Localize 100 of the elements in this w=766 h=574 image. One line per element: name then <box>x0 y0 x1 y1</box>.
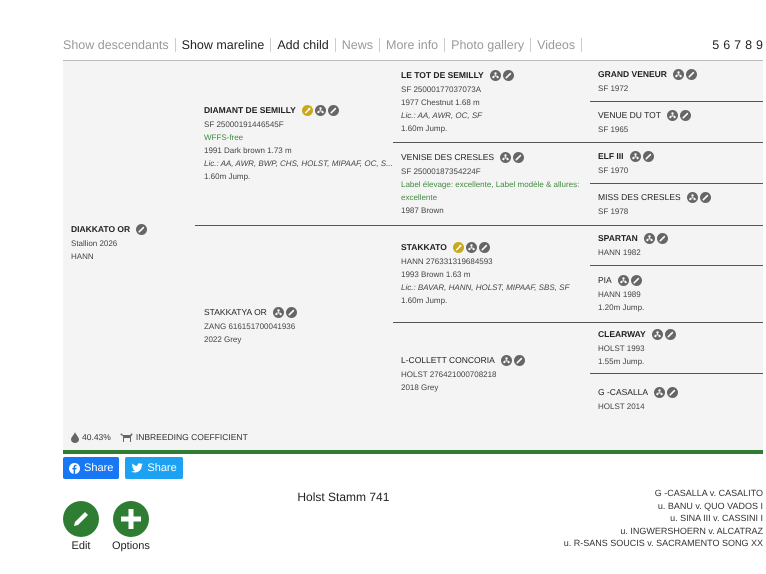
family-tree-icon[interactable] <box>490 70 501 80</box>
horse-name[interactable]: DIAMANT DE SEMILLY <box>204 104 296 116</box>
family-tree-icon[interactable] <box>500 355 512 366</box>
options-button[interactable] <box>112 501 149 537</box>
generation-link[interactable]: 5 <box>712 38 720 52</box>
horse-detail: 1.60m Jump. <box>401 295 448 307</box>
pencil-icon[interactable] <box>286 306 297 318</box>
pencil-icon[interactable] <box>514 355 525 366</box>
generation-link[interactable]: 7 <box>734 38 742 52</box>
horse-detail: SF 25000177037073A <box>401 84 482 96</box>
horse-detail: HANN 276331319684593 <box>401 256 494 268</box>
family-tree-icon[interactable] <box>666 110 678 120</box>
horse-name[interactable]: SPARTAN <box>598 232 638 245</box>
horse-detail: SF 25000191446545F <box>204 118 285 130</box>
horse-detail: HANN <box>71 251 95 263</box>
family-tree-icon[interactable] <box>644 233 655 244</box>
generation-link[interactable]: 8 <box>745 38 752 52</box>
horse-detail: 1.55m Jump. <box>598 356 646 368</box>
horse-detail: SF 1970 <box>598 164 630 176</box>
mareline-entry: u. BANU v. QUO VADOS I <box>656 500 763 512</box>
horse-detail: 1991 Dark brown 1.73 m <box>204 144 293 156</box>
generation-link[interactable]: 9 <box>756 38 763 52</box>
facebook-icon <box>69 462 80 474</box>
pencil-icon[interactable] <box>686 68 697 80</box>
family-tree-icon[interactable] <box>272 306 284 318</box>
horse-name[interactable]: G -CASALLA <box>598 386 648 399</box>
family-tree-icon[interactable] <box>652 329 663 340</box>
inbreeding-label: INBREEDING COEFFICIENT <box>136 432 248 442</box>
pencil-icon[interactable] <box>656 233 668 244</box>
horse-detail: 2018 Grey <box>401 382 440 394</box>
action-label: Edit <box>72 540 90 552</box>
horse-detail: HOLST 1993 <box>598 343 646 355</box>
pencil-icon[interactable] <box>642 150 654 162</box>
horse-detail: SF 1972 <box>598 82 630 94</box>
pencil-icon <box>71 509 91 529</box>
horse-name[interactable]: PIA <box>598 274 612 287</box>
horse-detail: Stallion 2026 <box>71 238 118 250</box>
inbreeding-value: 40.43% <box>82 432 111 442</box>
pencil-icon[interactable] <box>700 192 711 203</box>
horse-detail: Lic.: BAVAR, HANN, HOLST, MIPAAF, SBS, SF <box>401 282 570 294</box>
horse-name[interactable]: VENUE DU TOT <box>598 108 661 122</box>
horse-detail: 1.60m Jump. <box>401 122 448 134</box>
horse-detail: HANN 1989 <box>598 289 642 301</box>
edit-button[interactable] <box>63 501 99 537</box>
pencil-icon[interactable] <box>513 152 524 163</box>
mareline-title: Holst Stamm 741 <box>297 490 390 504</box>
horse-detail: HOLST 276421000708218 <box>401 369 498 381</box>
pencil-icon[interactable] <box>680 110 691 120</box>
horse-detail: 1.20m Jump. <box>598 302 644 314</box>
horse-detail: Lic.: AA, AWR, BWP, CHS, HOLST, MIPAAF, OC, S... <box>204 158 393 170</box>
pencil-icon[interactable] <box>478 242 490 253</box>
family-tree-icon[interactable] <box>618 275 629 286</box>
horse-detail: 2022 Grey <box>204 334 242 346</box>
horse-detail: WFFS-free <box>204 132 244 144</box>
mareline-entry: u. INGWERSHOERN v. ALCATRAZ <box>619 524 763 537</box>
family-tree-icon[interactable] <box>314 104 326 116</box>
horse-detail: SF 25000187354224F <box>401 166 482 178</box>
horse-name[interactable]: CLEARWAY <box>598 328 646 341</box>
nav-link[interactable]: Add child <box>271 38 336 52</box>
family-tree-icon[interactable] <box>686 192 698 203</box>
horse-name[interactable]: L-COLLETT CONCORIA <box>401 354 495 367</box>
pencil-icon[interactable] <box>630 275 642 286</box>
horse-name[interactable]: DIAKKATO OR <box>71 223 130 236</box>
mareline-entry: u. R-SANS SOUCIS v. SACRAMENTO SONG XX <box>564 537 763 550</box>
horse-name[interactable]: VENISE DES CRESLES <box>401 151 494 164</box>
family-tree-icon[interactable] <box>466 242 477 253</box>
horse-detail: 1.60m Jump. <box>204 170 252 182</box>
horse-detail: 1987 Brown <box>401 205 445 217</box>
family-tree-icon[interactable] <box>500 152 512 163</box>
generation-link[interactable]: 6 <box>723 38 730 52</box>
family-tree-icon[interactable] <box>672 68 684 80</box>
pencil-icon[interactable] <box>667 387 678 398</box>
horse-name[interactable]: LE TOT DE SEMILLY <box>401 68 484 82</box>
drop-icon <box>71 432 79 442</box>
horse-detail: SF 1965 <box>598 124 630 136</box>
nav-link[interactable]: Show mareline <box>176 38 272 52</box>
pencil-icon[interactable] <box>328 104 339 116</box>
pencil-icon[interactable] <box>502 70 514 80</box>
horse-detail: Label élevage: excellente, Label modèle & allures: excellente <box>401 179 580 204</box>
horse-detail: 1977 Chestnut 1.68 m <box>401 96 481 108</box>
horse-name[interactable]: ELF III <box>598 150 624 162</box>
horse-detail: ZANG 616151700041936 <box>204 320 296 332</box>
family-tree-icon[interactable] <box>630 150 640 162</box>
share-button[interactable]: Share <box>63 457 120 479</box>
horse-name[interactable]: GRAND VENEUR <box>598 68 667 80</box>
pencil-icon[interactable] <box>136 224 148 235</box>
horse-detail: HANN 1982 <box>598 247 642 259</box>
bird-icon <box>131 463 144 473</box>
pencil-icon[interactable] <box>664 329 676 340</box>
horse-name[interactable]: STAKKATO <box>401 241 447 254</box>
horse-name[interactable]: STAKKATYA OR <box>204 306 267 318</box>
horse-detail: HOLST 2014 <box>598 401 646 413</box>
action-label: Options <box>112 540 150 552</box>
horse-detail: SF 1978 <box>598 206 630 218</box>
family-tree-icon[interactable] <box>654 387 666 398</box>
mareline-entry: u. SINA III v. CASSINI I <box>669 512 763 524</box>
mareline-entry: G -CASALLA v. CASALITO <box>654 487 763 500</box>
horse-detail: Lic.: AA, AWR, OC, SF <box>401 110 484 122</box>
horse-name[interactable]: MISS DES CRESLES <box>598 191 681 204</box>
plus-icon <box>120 508 142 530</box>
